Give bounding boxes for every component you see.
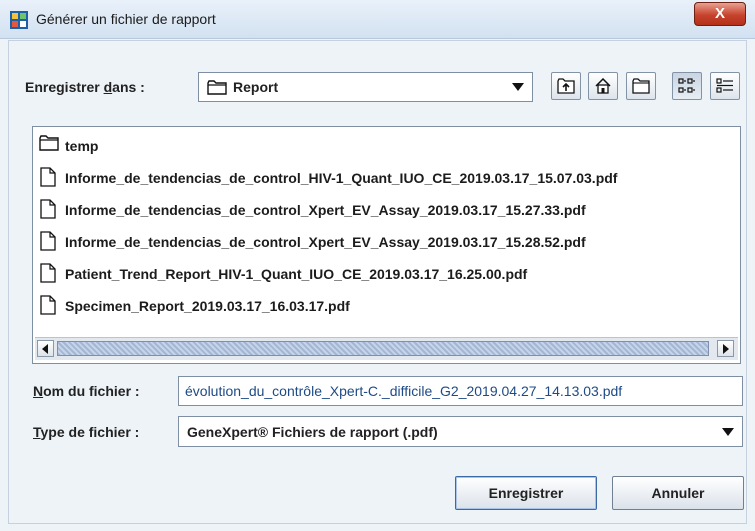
- file-type-mnemonic: T: [33, 424, 41, 440]
- window-title: Générer un fichier de rapport: [36, 11, 216, 27]
- file-type-label: Type de fichier :: [33, 424, 139, 440]
- file-type-label-rest: ype de fichier :: [40, 424, 140, 440]
- file-name: Specimen_Report_2019.03.17_16.03.17.pdf: [65, 298, 350, 314]
- scroll-left-icon[interactable]: [37, 340, 54, 357]
- details-view-icon: [716, 78, 733, 93]
- horizontal-scrollbar[interactable]: [35, 337, 738, 360]
- scroll-right-icon[interactable]: [717, 340, 734, 357]
- file-name-input[interactable]: évolution_du_contrôle_Xpert-C._difficile…: [178, 376, 743, 406]
- home-icon: [595, 78, 611, 94]
- file-icon: [40, 199, 56, 219]
- close-button[interactable]: X: [694, 2, 746, 26]
- new-folder-icon: [632, 78, 650, 94]
- look-in-mnemonic: d: [103, 79, 113, 95]
- home-button[interactable]: [588, 72, 618, 100]
- details-view-button[interactable]: [710, 72, 740, 100]
- save-button[interactable]: Enregistrer: [455, 476, 597, 510]
- file-list[interactable]: temp Informe_de_tendencias_de_control_HI…: [32, 126, 741, 364]
- file-icon: [40, 263, 56, 283]
- cancel-button[interactable]: Annuler: [612, 476, 744, 510]
- file-save-dialog: Générer un fichier de rapport X Enregist…: [0, 0, 755, 531]
- file-name-label-rest: om du fichier :: [43, 383, 140, 399]
- file-name-mnemonic: N: [33, 383, 44, 399]
- folder-icon: [207, 80, 227, 95]
- look-in-value: Report: [233, 79, 279, 95]
- title-bar[interactable]: Générer un fichier de rapport X: [0, 0, 755, 39]
- list-view-icon: [678, 78, 695, 93]
- chevron-down-icon: [722, 427, 734, 436]
- up-folder-button[interactable]: [551, 72, 581, 100]
- file-name: Informe_de_tendencias_de_control_HIV-1_Q…: [65, 170, 618, 186]
- file-name: Informe_de_tendencias_de_control_Xpert_E…: [65, 234, 586, 250]
- file-name-label: Nom du fichier :: [33, 383, 140, 399]
- look-in-label-post: ans :: [112, 79, 145, 95]
- file-name: temp: [65, 138, 99, 154]
- file-icon: [40, 167, 56, 187]
- look-in-label: Enregistrer dans :: [25, 79, 145, 95]
- file-type-value: GeneXpert® Fichiers de rapport (.pdf): [187, 424, 438, 440]
- file-type-select[interactable]: GeneXpert® Fichiers de rapport (.pdf): [178, 416, 743, 447]
- folder-icon: [39, 135, 59, 151]
- app-icon: [10, 11, 28, 29]
- look-in-label-pre: Enregistrer: [25, 79, 104, 95]
- file-name: Informe_de_tendencias_de_control_Xpert_E…: [65, 202, 586, 218]
- file-icon: [40, 231, 56, 251]
- chevron-down-icon: [512, 83, 524, 91]
- look-in-combo[interactable]: Report: [198, 72, 533, 102]
- list-view-button[interactable]: [672, 72, 702, 100]
- new-folder-button[interactable]: [626, 72, 656, 100]
- scroll-thumb[interactable]: [57, 341, 709, 356]
- file-name-value: évolution_du_contrôle_Xpert-C._difficile…: [185, 383, 623, 399]
- file-name: Patient_Trend_Report_HIV-1_Quant_IUO_CE_…: [65, 266, 528, 282]
- folder-up-icon: [557, 78, 575, 94]
- file-icon: [40, 295, 56, 315]
- close-icon: X: [714, 5, 725, 22]
